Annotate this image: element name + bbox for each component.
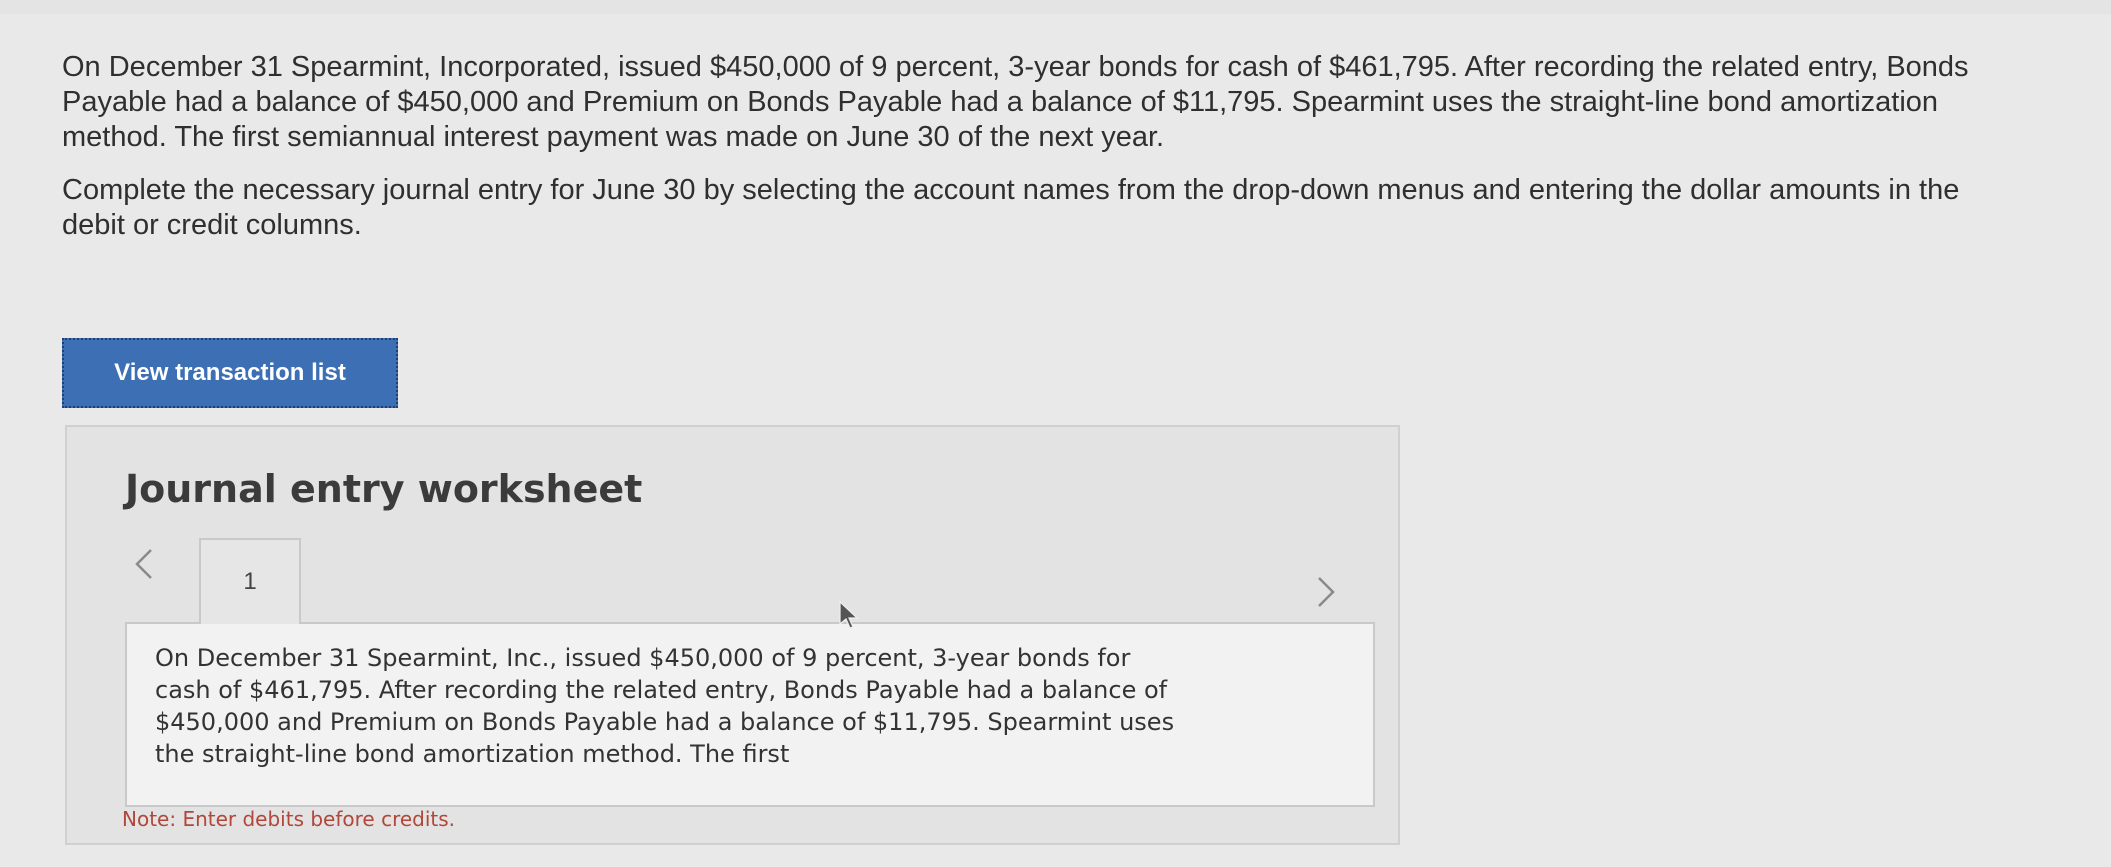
transaction-description-box: On December 31 Spearmint, Inc., issued $…: [125, 622, 1375, 807]
prompt-paragraph-1: On December 31 Spearmint, Incorporated, …: [62, 51, 1969, 153]
debit-credit-note: Note: Enter debits before credits.: [122, 807, 456, 831]
chevron-right-icon[interactable]: [1311, 572, 1341, 612]
journal-entry-worksheet: Journal entry worksheet 1 On December 31…: [65, 425, 1400, 845]
view-transaction-list-button[interactable]: View transaction list: [62, 338, 398, 408]
transaction-description: On December 31 Spearmint, Inc., issued $…: [155, 644, 1175, 768]
tab-1[interactable]: 1: [199, 538, 301, 624]
question-prompt: On December 31 Spearmint, Incorporated, …: [62, 50, 1972, 261]
chevron-left-icon[interactable]: [129, 544, 159, 584]
tab-label: 1: [243, 568, 257, 595]
top-strip: [0, 0, 2111, 14]
prompt-paragraph-2: Complete the necessary journal entry for…: [62, 174, 1960, 241]
mouse-pointer-icon: [838, 600, 860, 630]
worksheet-title: Journal entry worksheet: [125, 467, 643, 511]
